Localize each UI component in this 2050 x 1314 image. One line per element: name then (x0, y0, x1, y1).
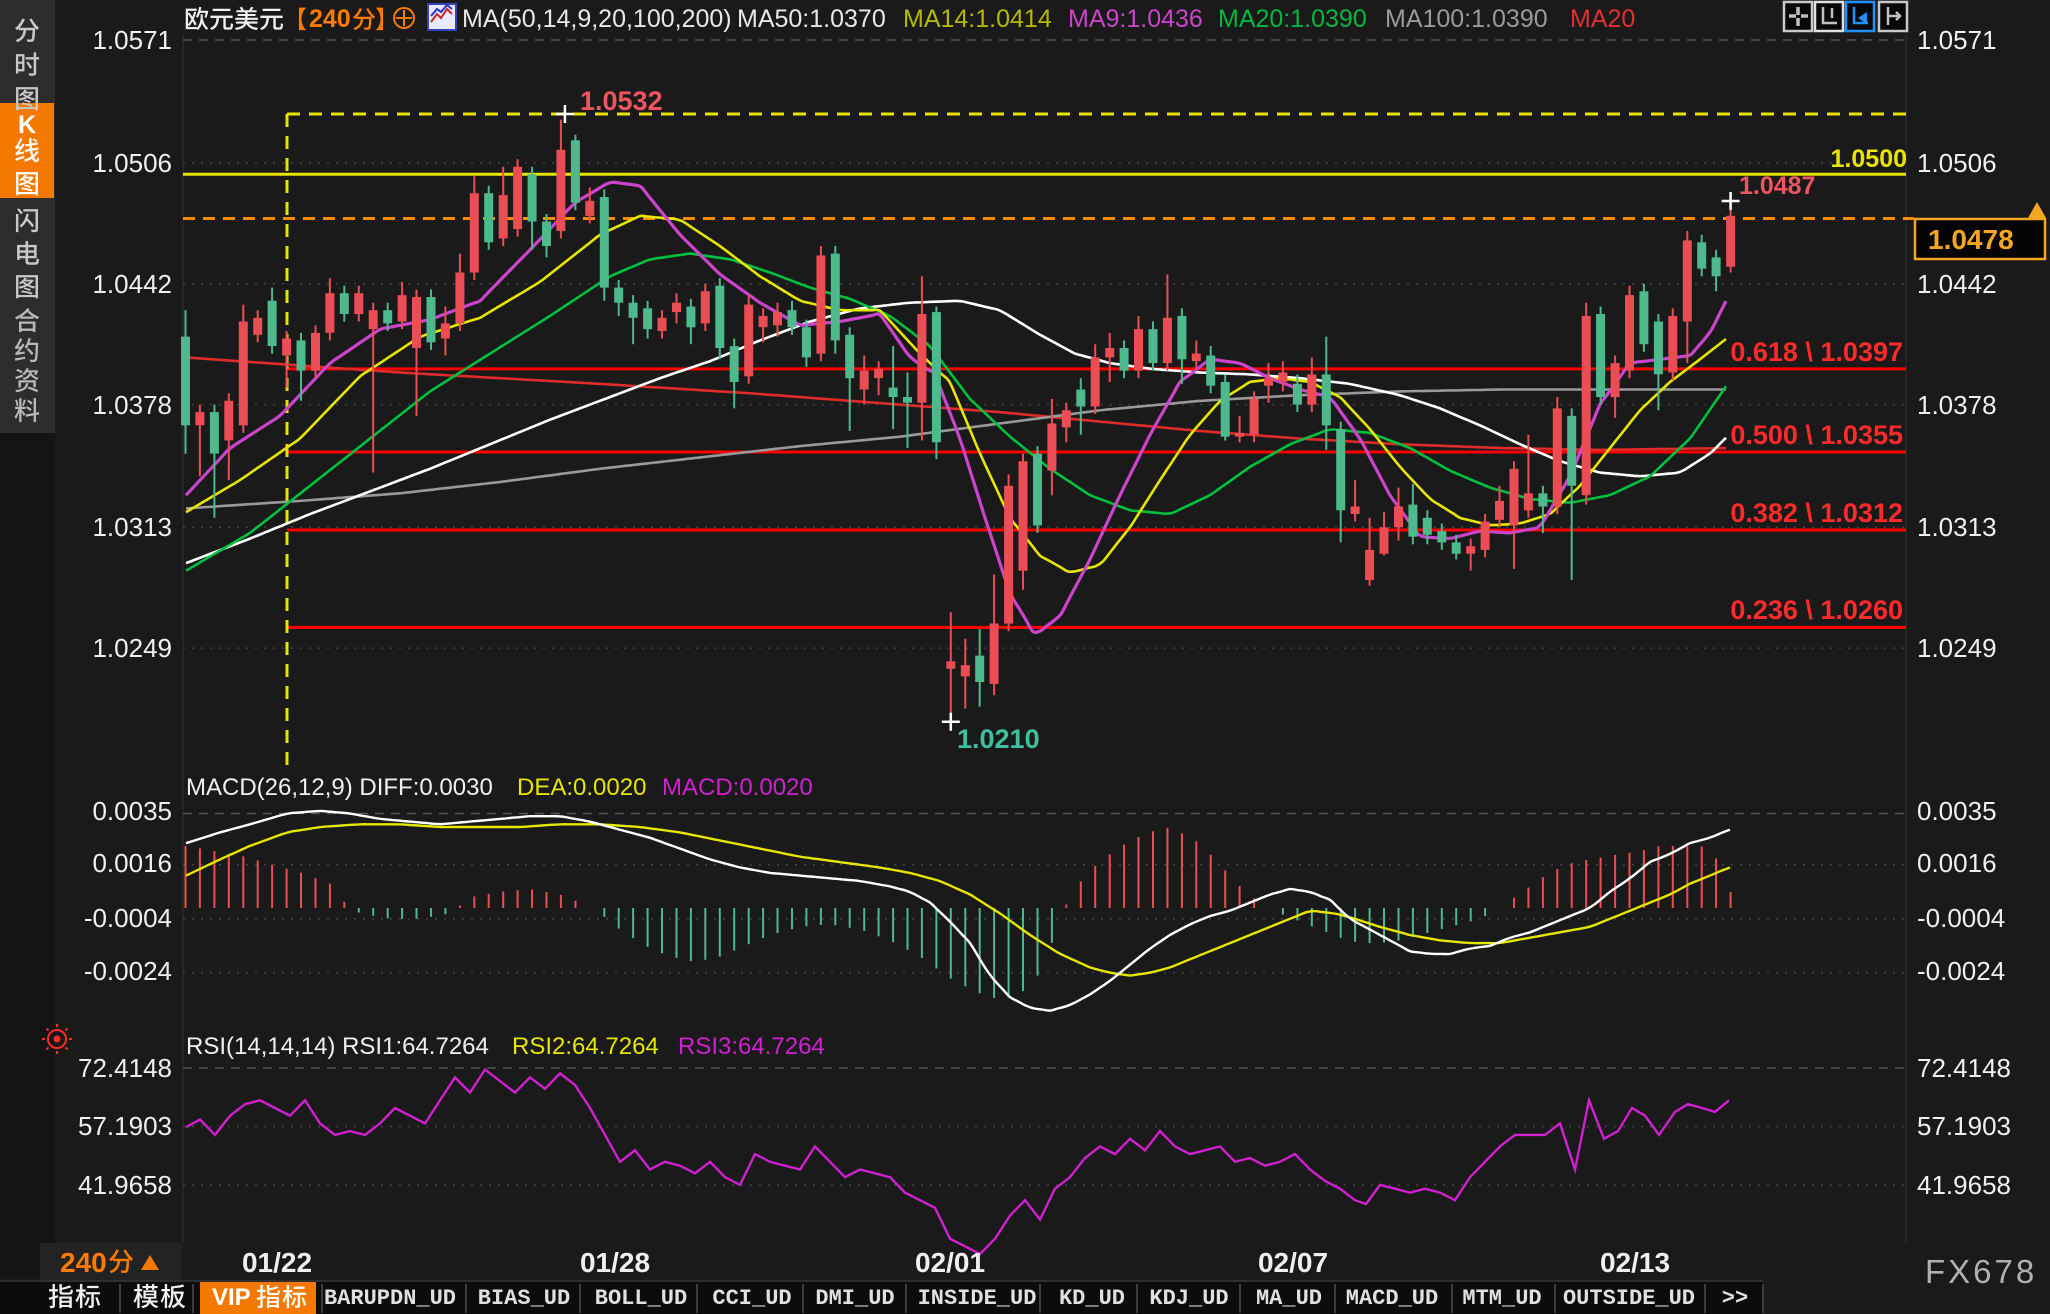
svg-text:41.9658: 41.9658 (78, 1170, 172, 1200)
svg-text:1.0487: 1.0487 (1739, 172, 1815, 200)
svg-text:0.236 \ 1.0260: 0.236 \ 1.0260 (1730, 595, 1903, 625)
svg-text:FX678: FX678 (1925, 1253, 2037, 1290)
svg-text:1.0506: 1.0506 (92, 148, 172, 178)
svg-text:1.0571: 1.0571 (1917, 25, 1997, 55)
svg-text:VIP: VIP (212, 1284, 251, 1311)
svg-text:02/13: 02/13 (1600, 1247, 1670, 1278)
svg-text:72.4148: 72.4148 (78, 1053, 172, 1083)
svg-text:0.500 \ 1.0355: 0.500 \ 1.0355 (1730, 420, 1903, 450)
svg-text:MA(50,14,9,20,100,200): MA(50,14,9,20,100,200) (462, 5, 732, 33)
svg-text:1.0532: 1.0532 (580, 86, 663, 116)
svg-text:-0.0024: -0.0024 (1917, 956, 2005, 986)
svg-text:KDJ_UD: KDJ_UD (1149, 1286, 1228, 1311)
svg-text:RSI(14,14,14) RSI1:64.7264: RSI(14,14,14) RSI1:64.7264 (186, 1033, 489, 1060)
svg-text:BOLL_UD: BOLL_UD (595, 1286, 687, 1311)
svg-text:MA14:1.0414: MA14:1.0414 (903, 5, 1052, 33)
svg-text:MA9:1.0436: MA9:1.0436 (1068, 5, 1203, 33)
svg-text:MA50:1.0370: MA50:1.0370 (737, 5, 886, 33)
svg-text:1.0378: 1.0378 (1917, 390, 1997, 420)
svg-text:KD_UD: KD_UD (1059, 1286, 1125, 1311)
svg-text:1.0478: 1.0478 (1928, 224, 2014, 255)
svg-text:1.0210: 1.0210 (957, 724, 1040, 754)
svg-text:1.0313: 1.0313 (1917, 512, 1997, 542)
svg-text:1.0506: 1.0506 (1917, 148, 1997, 178)
svg-text:240: 240 (309, 5, 351, 33)
svg-text:240: 240 (60, 1247, 107, 1278)
svg-text:DMI_UD: DMI_UD (815, 1286, 894, 1311)
svg-text:1.0313: 1.0313 (92, 512, 172, 542)
svg-text:01/28: 01/28 (580, 1247, 650, 1278)
svg-text:-0.0024: -0.0024 (84, 956, 172, 986)
svg-text:02/07: 02/07 (1258, 1247, 1328, 1278)
svg-text:K: K (18, 111, 36, 139)
svg-text:0.0016: 0.0016 (92, 848, 172, 878)
svg-text:MA20:1.0390: MA20:1.0390 (1218, 5, 1367, 33)
svg-text:BARUPDN_UD: BARUPDN_UD (324, 1286, 456, 1311)
svg-text:1.0378: 1.0378 (92, 390, 172, 420)
svg-text:INSIDE_UD: INSIDE_UD (918, 1286, 1037, 1311)
svg-text:0.0035: 0.0035 (92, 796, 172, 826)
svg-text:CCI_UD: CCI_UD (712, 1286, 791, 1311)
svg-text:1.0442: 1.0442 (1917, 269, 1997, 299)
svg-text:MA20: MA20 (1570, 5, 1635, 33)
svg-text:DEA:0.0020: DEA:0.0020 (517, 774, 646, 801)
svg-text:41.9658: 41.9658 (1917, 1170, 2011, 1200)
svg-text:-0.0004: -0.0004 (84, 903, 172, 933)
svg-text:01/22: 01/22 (242, 1247, 312, 1278)
svg-text:0.382 \ 1.0312: 0.382 \ 1.0312 (1730, 498, 1903, 528)
svg-text:MA_UD: MA_UD (1256, 1286, 1322, 1311)
svg-text:0.618 \ 1.0397: 0.618 \ 1.0397 (1730, 337, 1903, 367)
svg-text:OUTSIDE_UD: OUTSIDE_UD (1563, 1286, 1695, 1311)
svg-text:1.0500: 1.0500 (1831, 145, 1907, 173)
svg-text:1.0571: 1.0571 (92, 25, 172, 55)
svg-text:57.1903: 57.1903 (1917, 1111, 2011, 1141)
svg-text:-0.0004: -0.0004 (1917, 903, 2005, 933)
svg-text:>>: >> (1722, 1286, 1748, 1311)
svg-text:MACD(26,12,9) DIFF:0.0030: MACD(26,12,9) DIFF:0.0030 (186, 774, 493, 801)
svg-text:02/01: 02/01 (915, 1247, 985, 1278)
svg-text:1.0249: 1.0249 (1917, 633, 1997, 663)
svg-text:MACD:0.0020: MACD:0.0020 (662, 774, 813, 801)
svg-text:MACD_UD: MACD_UD (1346, 1286, 1438, 1311)
svg-text:72.4148: 72.4148 (1917, 1053, 2011, 1083)
svg-text:0.0016: 0.0016 (1917, 848, 1997, 878)
svg-text:57.1903: 57.1903 (78, 1111, 172, 1141)
svg-text:RSI2:64.7264: RSI2:64.7264 (512, 1033, 659, 1060)
svg-text:0.0035: 0.0035 (1917, 796, 1997, 826)
svg-text:MA100:1.0390: MA100:1.0390 (1385, 5, 1548, 33)
svg-text:RSI3:64.7264: RSI3:64.7264 (678, 1033, 825, 1060)
svg-text:BIAS_UD: BIAS_UD (478, 1286, 570, 1311)
svg-text:MTM_UD: MTM_UD (1462, 1286, 1541, 1311)
svg-text:1.0442: 1.0442 (92, 269, 172, 299)
svg-text:1.0249: 1.0249 (92, 633, 172, 663)
